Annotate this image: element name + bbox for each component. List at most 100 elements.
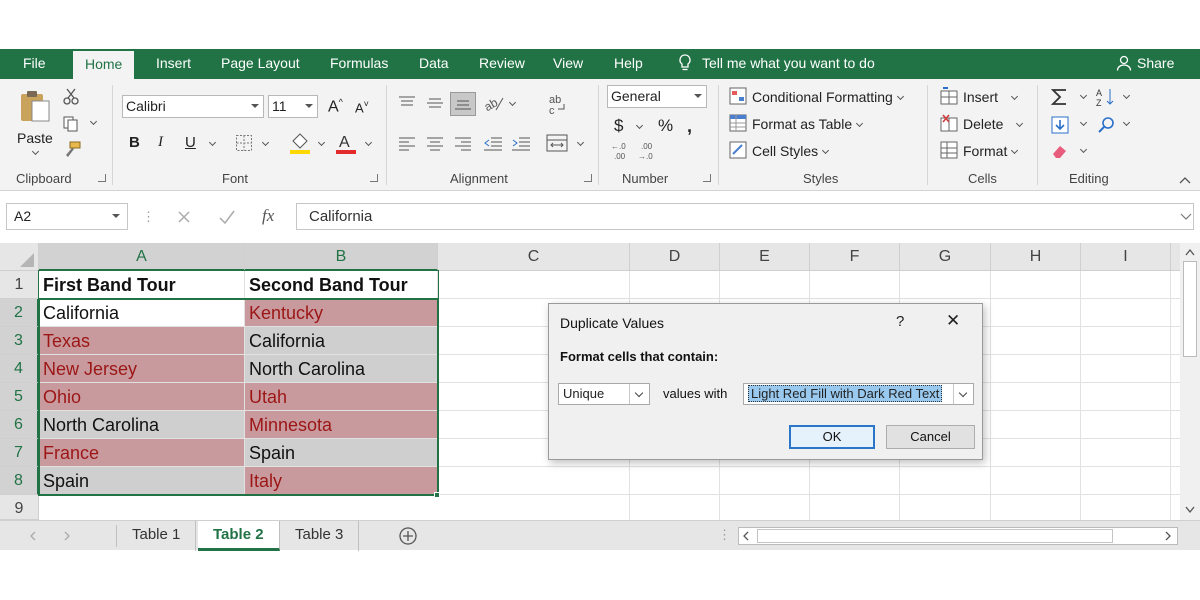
- tab-split-grip-icon[interactable]: ⋮: [718, 527, 731, 543]
- column-header-b[interactable]: B: [245, 243, 438, 271]
- vertical-scrollbar[interactable]: [1180, 243, 1200, 520]
- tab-file[interactable]: File: [23, 49, 46, 79]
- column-header-h[interactable]: H: [991, 243, 1081, 271]
- clipboard-launcher-icon[interactable]: [98, 174, 106, 182]
- row-header-7[interactable]: 7: [0, 439, 39, 467]
- format-painter-icon[interactable]: [62, 141, 82, 159]
- insert-cells-button[interactable]: Insert: [963, 89, 1019, 105]
- column-header-g[interactable]: G: [900, 243, 991, 271]
- fill-handle[interactable]: [434, 492, 440, 498]
- cell-b2[interactable]: Kentucky: [245, 299, 438, 327]
- bold-button[interactable]: B: [129, 134, 140, 151]
- currency-dropdown-icon[interactable]: [635, 121, 644, 130]
- paste-dropdown-icon[interactable]: [31, 147, 40, 156]
- autosum-icon[interactable]: [1050, 87, 1070, 107]
- scroll-down-icon[interactable]: [1184, 505, 1196, 515]
- row-header-8[interactable]: 8: [0, 467, 39, 495]
- cell-a7[interactable]: France: [39, 439, 245, 467]
- cell-b6[interactable]: Minnesota: [245, 411, 438, 439]
- cell-b1[interactable]: Second Band Tour: [245, 271, 438, 299]
- italic-button[interactable]: I: [158, 134, 163, 151]
- column-header-f[interactable]: F: [810, 243, 900, 271]
- sheet-tab-table-3[interactable]: Table 3: [280, 521, 360, 551]
- increase-decimal-icon[interactable]: ←.0.00: [611, 141, 633, 161]
- fill-color-icon[interactable]: [289, 131, 311, 155]
- tab-insert[interactable]: Insert: [156, 49, 191, 79]
- decrease-indent-icon[interactable]: [483, 136, 503, 152]
- row-header-1[interactable]: 1: [0, 271, 39, 299]
- find-dropdown-icon[interactable]: [1122, 118, 1131, 127]
- expand-formula-bar-icon[interactable]: [1180, 213, 1192, 221]
- format-style-select[interactable]: Light Red Fill with Dark Red Text: [743, 383, 974, 405]
- alignment-launcher-icon[interactable]: [584, 174, 592, 182]
- underline-dropdown-icon[interactable]: [208, 138, 217, 147]
- cell-a6[interactable]: North Carolina: [39, 411, 245, 439]
- sort-dropdown-icon[interactable]: [1122, 91, 1131, 100]
- insert-function-icon[interactable]: fx: [262, 206, 274, 226]
- delete-cells-button[interactable]: Delete: [963, 116, 1024, 132]
- row-header-6[interactable]: 6: [0, 411, 39, 439]
- cell-b3[interactable]: California: [245, 327, 438, 355]
- column-header-e[interactable]: E: [720, 243, 810, 271]
- number-launcher-icon[interactable]: [703, 174, 711, 182]
- autosum-dropdown-icon[interactable]: [1079, 91, 1088, 100]
- currency-button[interactable]: $: [614, 116, 623, 136]
- dialog-help-button[interactable]: ?: [896, 313, 904, 330]
- tab-home[interactable]: Home: [73, 51, 135, 79]
- tab-formulas[interactable]: Formulas: [330, 49, 388, 79]
- column-header-d[interactable]: D: [630, 243, 720, 271]
- sheet-tab-table-1[interactable]: Table 1: [117, 521, 197, 551]
- align-center-icon[interactable]: [426, 136, 444, 152]
- collapse-ribbon-icon[interactable]: [1178, 175, 1192, 185]
- cell-a8[interactable]: Spain: [39, 467, 245, 495]
- tab-help[interactable]: Help: [614, 49, 643, 79]
- fill-dropdown-icon[interactable]: [1079, 118, 1088, 127]
- add-sheet-icon[interactable]: [398, 526, 418, 546]
- font-size-select[interactable]: 11: [268, 95, 318, 118]
- borders-icon[interactable]: [235, 134, 253, 152]
- format-cells-button[interactable]: Format: [963, 143, 1019, 159]
- cell-a4[interactable]: New Jersey: [39, 355, 245, 383]
- column-header-i[interactable]: I: [1081, 243, 1171, 271]
- cell-b8[interactable]: Italy: [245, 467, 438, 495]
- wrap-text-icon[interactable]: abc: [548, 93, 566, 115]
- tab-view[interactable]: View: [553, 49, 583, 79]
- select-all-corner[interactable]: [0, 243, 39, 271]
- merge-dropdown-icon[interactable]: [576, 138, 585, 147]
- merge-center-icon[interactable]: [546, 134, 568, 152]
- align-bottom-button[interactable]: [450, 92, 476, 116]
- cell-styles-button[interactable]: Cell Styles: [752, 143, 830, 159]
- copy-dropdown-icon[interactable]: [89, 117, 98, 126]
- dialog-close-button[interactable]: ✕: [946, 311, 960, 331]
- decrease-decimal-icon[interactable]: .00→.0: [638, 141, 660, 161]
- font-launcher-icon[interactable]: [370, 174, 378, 182]
- unique-duplicate-select[interactable]: Unique: [558, 383, 650, 405]
- copy-icon[interactable]: [62, 115, 80, 133]
- orientation-dropdown-icon[interactable]: [508, 98, 517, 107]
- align-middle-icon[interactable]: [426, 95, 444, 111]
- column-header-a[interactable]: A: [39, 243, 245, 271]
- row-header-4[interactable]: 4: [0, 355, 39, 383]
- underline-button[interactable]: U: [185, 134, 196, 151]
- vertical-scroll-thumb[interactable]: [1183, 261, 1197, 357]
- scroll-up-icon[interactable]: [1184, 247, 1196, 257]
- cell-a2[interactable]: California: [39, 299, 245, 327]
- font-color-icon[interactable]: A: [335, 131, 357, 155]
- find-select-icon[interactable]: [1096, 115, 1116, 135]
- clear-eraser-icon[interactable]: [1050, 142, 1070, 160]
- cell-a5[interactable]: Ohio: [39, 383, 245, 411]
- align-right-icon[interactable]: [454, 136, 472, 152]
- name-box[interactable]: A2: [6, 203, 128, 230]
- conditional-formatting-button[interactable]: Conditional Formatting: [752, 89, 904, 105]
- clear-dropdown-icon[interactable]: [1079, 145, 1088, 154]
- scroll-sheets-right-icon[interactable]: [62, 531, 72, 541]
- tab-review[interactable]: Review: [479, 49, 525, 79]
- row-header-2[interactable]: 2: [0, 299, 39, 327]
- cancel-entry-icon[interactable]: [176, 209, 192, 225]
- horizontal-scroll-thumb[interactable]: [757, 529, 1113, 543]
- sheet-tab-table-2[interactable]: Table 2: [198, 521, 280, 551]
- align-top-icon[interactable]: [398, 95, 416, 111]
- tab-data[interactable]: Data: [419, 49, 449, 79]
- increase-font-size-icon[interactable]: A^: [328, 97, 343, 116]
- cell-a1[interactable]: First Band Tour: [39, 271, 245, 299]
